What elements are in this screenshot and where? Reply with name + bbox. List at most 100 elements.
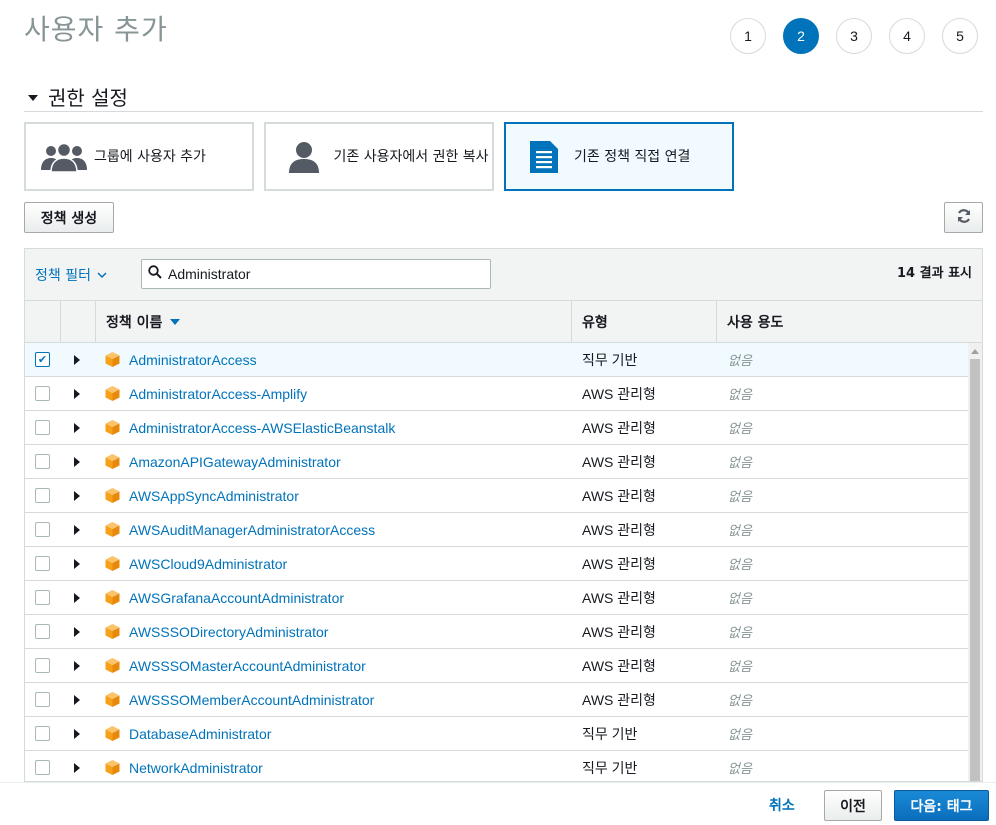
table-row[interactable]: NetworkAdministrator 직무 기반 없음 [25,751,968,781]
row-checkbox[interactable] [35,556,50,571]
table-row[interactable]: AWSAppSyncAdministrator AWS 관리형 없음 [25,479,968,513]
row-checkbox[interactable] [35,454,50,469]
table-row[interactable]: ✔ AdministratorAccess 직무 기반 없음 [25,343,968,377]
permissions-section-toggle[interactable]: 권한 설정 [28,82,128,111]
policy-type-cell: AWS 관리형 [582,385,656,402]
table-row[interactable]: AWSAuditManagerAdministratorAccess AWS 관리… [25,513,968,547]
table-row[interactable]: AWSSSOMasterAccountAdministrator AWS 관리형 없… [25,649,968,683]
header-type[interactable]: 유형 [571,301,716,342]
policy-usage-cell: 없음 [728,422,752,437]
expand-arrow-icon[interactable] [74,694,80,705]
option-add-to-group[interactable]: 그룹에 사용자 추가 [24,122,254,191]
policy-name-link[interactable]: AdministratorAccess-Amplify [129,386,307,402]
next-tags-button[interactable]: 다음: 태그 [894,790,989,821]
search-input[interactable] [168,266,468,282]
expand-arrow-icon[interactable] [74,524,80,535]
step-2[interactable]: 2 [783,18,819,54]
policy-name-link[interactable]: AWSAppSyncAdministrator [129,488,299,504]
row-checkbox[interactable] [35,692,50,707]
policy-cube-icon [104,691,121,708]
expand-arrow-icon[interactable] [74,728,80,739]
policy-name-link[interactable]: NetworkAdministrator [129,760,263,776]
row-expand-cell [74,751,80,781]
option-copy-permissions[interactable]: 기존 사용자에서 권한 복사 [264,122,494,191]
create-policy-button[interactable]: 정책 생성 [24,202,114,233]
row-checkbox[interactable] [35,522,50,537]
policy-cube-icon [104,657,121,674]
policy-filter-dropdown[interactable]: 정책 필터 [35,265,107,285]
row-select-cell [35,683,51,716]
step-1[interactable]: 1 [730,18,766,54]
row-select-cell [35,513,51,546]
previous-button[interactable]: 이전 [824,790,882,821]
row-checkbox[interactable] [35,420,50,435]
table-row[interactable]: AWSGrafanaAccountAdministrator AWS 관리형 없음 [25,581,968,615]
policy-name-cell: AWSAppSyncAdministrator [104,479,299,512]
policy-name-link[interactable]: AWSSSODirectoryAdministrator [129,624,328,640]
step-5[interactable]: 5 [942,18,978,54]
filter-label: 정책 필터 [35,268,91,284]
policy-name-cell: AWSCloud9Administrator [104,547,287,580]
policy-name-link[interactable]: AWSSSOMemberAccountAdministrator [129,692,374,708]
row-checkbox[interactable] [35,658,50,673]
row-checkbox[interactable] [35,624,50,639]
policy-name-link[interactable]: DatabaseAdministrator [129,726,271,742]
policy-name-link[interactable]: AdministratorAccess [129,352,257,368]
row-checkbox[interactable] [35,590,50,605]
policy-name-link[interactable]: AWSAuditManagerAdministratorAccess [129,522,375,538]
row-checkbox[interactable]: ✔ [35,352,50,367]
policy-name-link[interactable]: AWSCloud9Administrator [129,556,287,572]
row-checkbox[interactable] [35,726,50,741]
policy-name-link[interactable]: AWSSSOMasterAccountAdministrator [129,658,366,674]
policy-name-link[interactable]: AmazonAPIGatewayAdministrator [129,454,341,470]
table-row[interactable]: AWSCloud9Administrator AWS 관리형 없음 [25,547,968,581]
expand-arrow-icon[interactable] [74,490,80,501]
table-row[interactable]: DatabaseAdministrator 직무 기반 없음 [25,717,968,751]
policy-cube-icon [104,623,121,640]
expand-arrow-icon[interactable] [74,456,80,467]
row-expand-cell [74,479,80,512]
expand-arrow-icon[interactable] [74,388,80,399]
row-checkbox[interactable] [35,760,50,775]
vertical-scrollbar[interactable] [968,343,982,781]
policy-usage-cell: 없음 [728,490,752,505]
row-checkbox[interactable] [35,488,50,503]
expand-arrow-icon[interactable] [74,354,80,365]
option-attach-policies[interactable]: 기존 정책 직접 연결 [504,122,734,191]
expand-arrow-icon[interactable] [74,626,80,637]
header-usage[interactable]: 사용 용도 [716,301,982,342]
cancel-link[interactable]: 취소 [769,795,795,815]
expand-arrow-icon[interactable] [74,592,80,603]
policy-type-cell: AWS 관리형 [582,589,656,606]
policy-name-link[interactable]: AWSGrafanaAccountAdministrator [129,590,344,606]
policy-cube-icon [104,521,121,538]
policy-cube-icon [104,487,121,504]
table-row[interactable]: AWSSSOMemberAccountAdministrator AWS 관리형 없… [25,683,968,717]
policy-name-cell: AdministratorAccess-Amplify [104,377,307,410]
row-select-cell [35,649,51,682]
expand-arrow-icon[interactable] [74,762,80,773]
policy-name-link[interactable]: AdministratorAccess-AWSElasticBeanstalk [129,420,395,436]
step-4[interactable]: 4 [889,18,925,54]
row-checkbox[interactable] [35,386,50,401]
refresh-button[interactable] [944,202,983,233]
scroll-up-icon[interactable] [971,349,979,354]
policy-cube-icon [104,351,121,368]
expand-arrow-icon[interactable] [74,660,80,671]
table-row[interactable]: AWSSSODirectoryAdministrator AWS 관리형 없음 [25,615,968,649]
expand-arrow-icon[interactable] [74,558,80,569]
step-3[interactable]: 3 [836,18,872,54]
user-icon [280,139,328,175]
policy-cube-icon [104,453,121,470]
option-label: 그룹에 사용자 추가 [94,148,206,165]
expand-arrow-icon[interactable] [74,422,80,433]
table-row[interactable]: AmazonAPIGatewayAdministrator AWS 관리형 없음 [25,445,968,479]
table-row[interactable]: AdministratorAccess-Amplify AWS 관리형 없음 [25,377,968,411]
policy-cube-icon [104,419,121,436]
policy-usage-cell: 없음 [728,354,752,369]
policy-usage-cell: 없음 [728,660,752,675]
table-row[interactable]: AdministratorAccess-AWSElasticBeanstalk A… [25,411,968,445]
scroll-thumb[interactable] [970,359,980,781]
header-policy-name[interactable]: 정책 이름 [95,301,571,342]
sort-desc-icon [170,318,181,325]
